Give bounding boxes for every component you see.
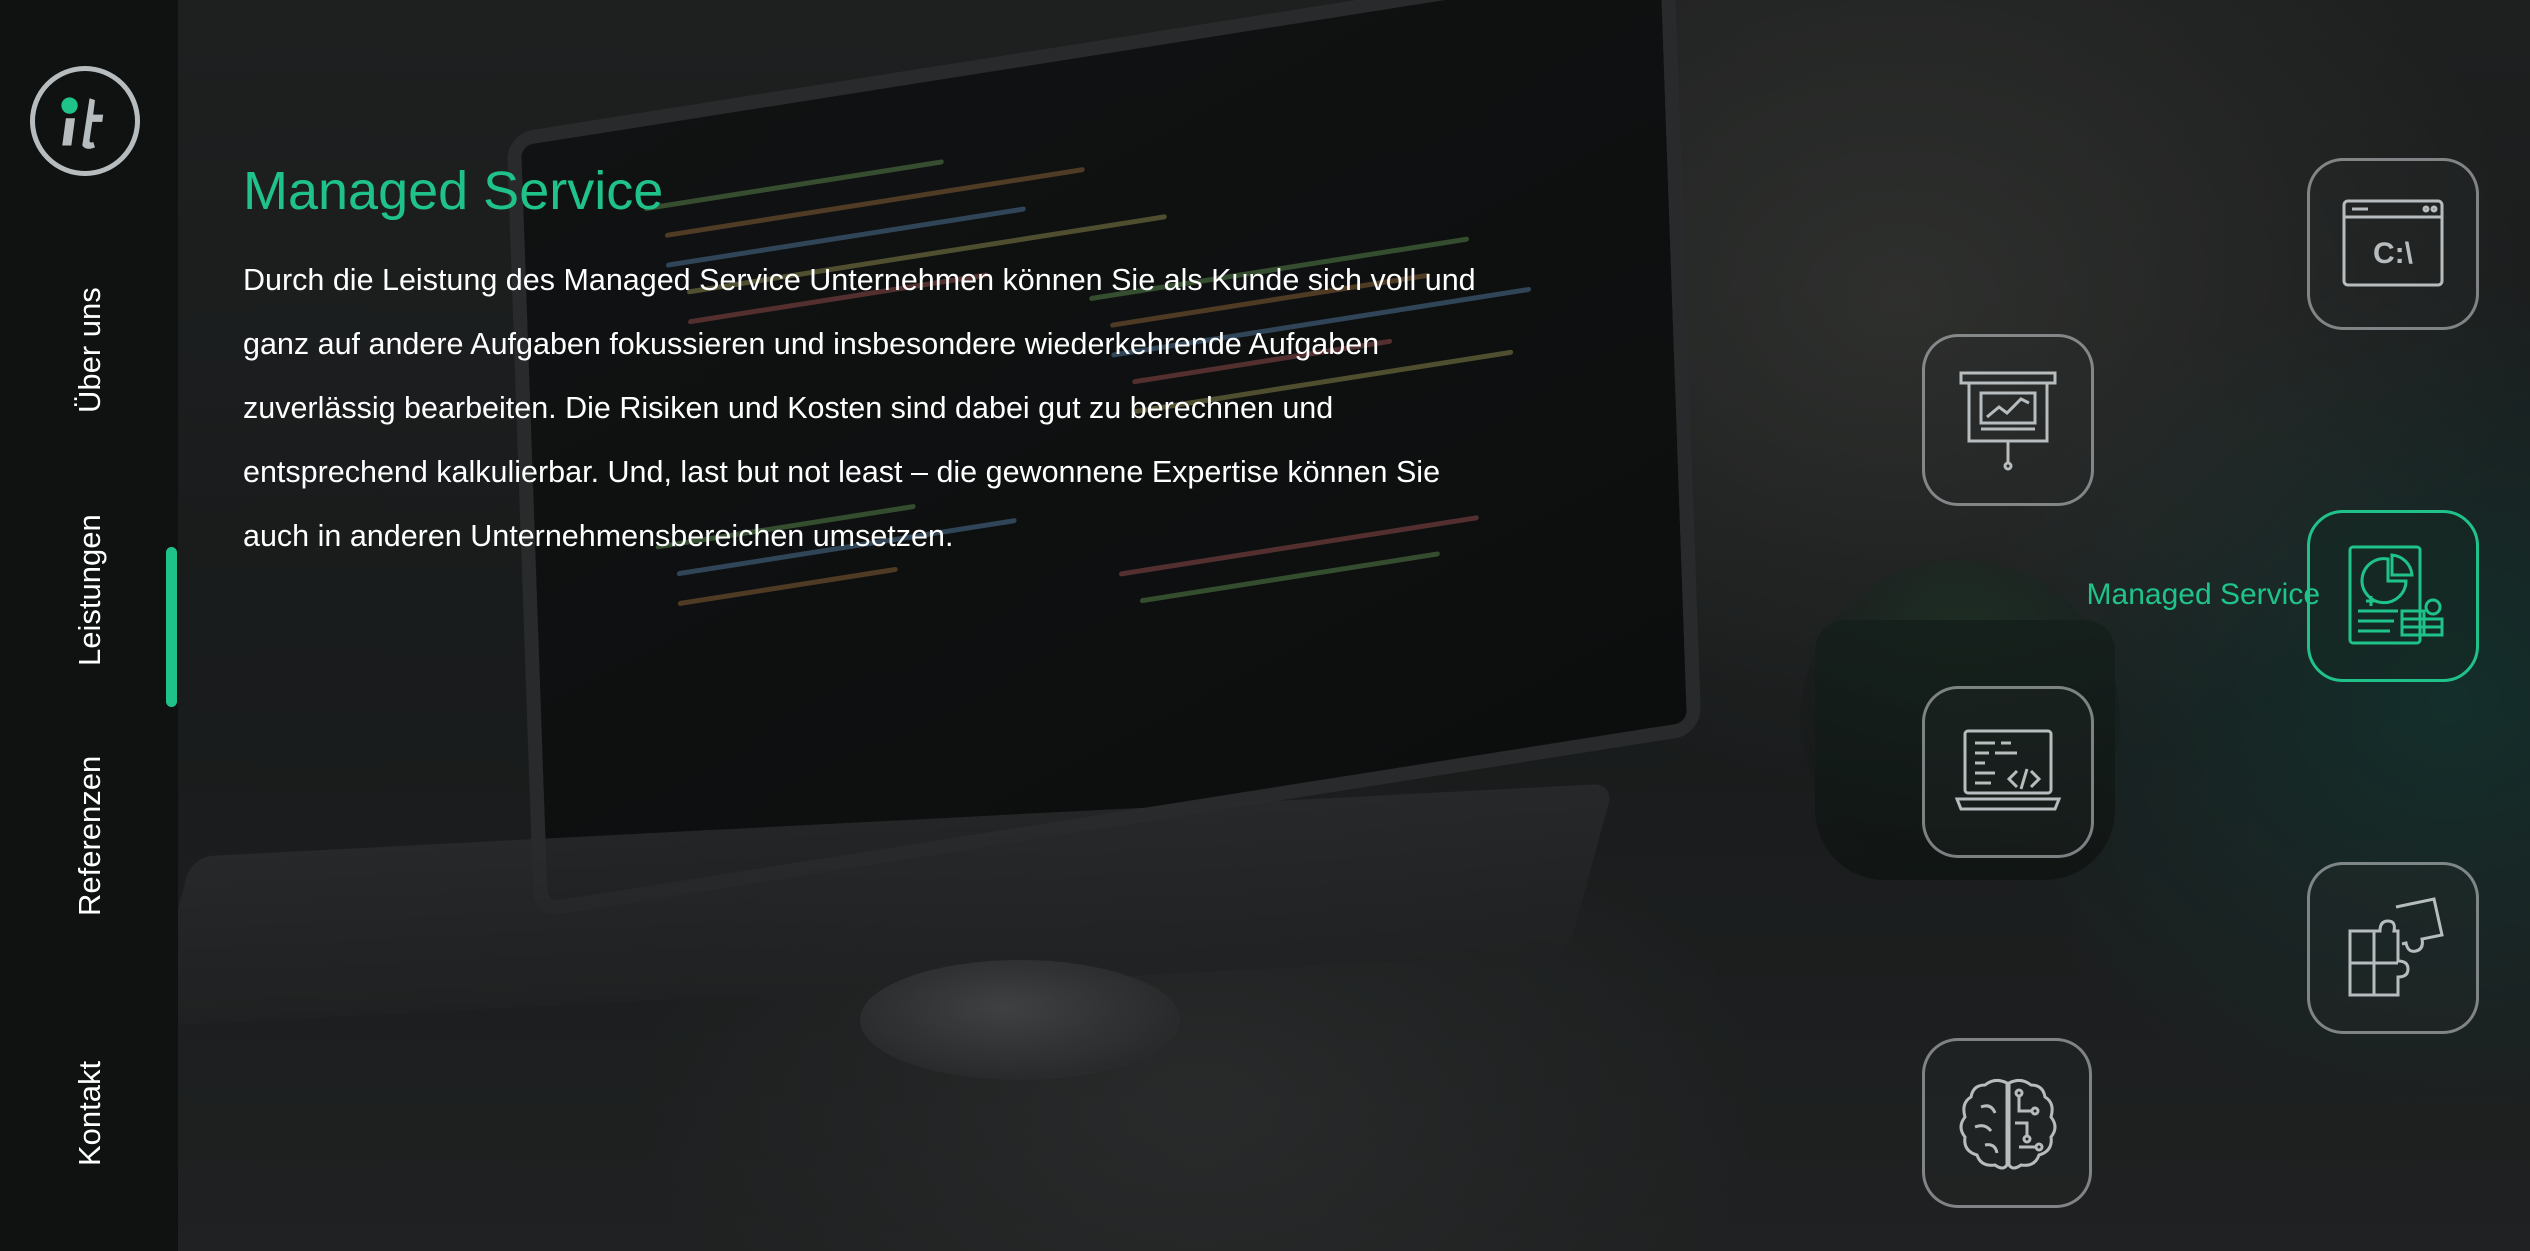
service-description: Durch die Leistung des Managed Service U…: [243, 248, 1543, 568]
service-tile-code[interactable]: [1922, 686, 2094, 858]
nav-label: Referenzen: [72, 755, 107, 916]
command-prompt-icon: C:\: [2342, 199, 2444, 287]
nav-item-referenzen[interactable]: Referenzen: [72, 756, 108, 916]
managed-service-report-icon: [2348, 545, 2444, 645]
brain-circuit-icon: [1959, 1078, 2057, 1170]
description-line: ganz auf andere Aufgaben fokussieren und…: [243, 327, 1380, 361]
nav-item-leistungen[interactable]: Leistungen: [72, 514, 108, 666]
command-prompt-glyph: C:\: [2373, 237, 2414, 270]
puzzle-icon: [2348, 897, 2444, 997]
presentation-board-icon: [1959, 371, 2057, 471]
service-tile-presentation[interactable]: [1922, 334, 2094, 506]
it-logo-icon: [61, 97, 104, 149]
service-tile-ai[interactable]: [1922, 1038, 2092, 1208]
description-line: Durch die Leistung des Managed Service U…: [243, 263, 1476, 297]
active-nav-indicator: [166, 547, 177, 707]
nav-label: Leistungen: [72, 514, 107, 666]
nav-label: Kontakt: [72, 1060, 107, 1166]
service-tile-managed-service[interactable]: [2307, 510, 2479, 682]
service-tile-command-prompt[interactable]: C:\: [2307, 158, 2479, 330]
active-service-label: Managed Service: [2086, 578, 2320, 611]
sidebar: Über uns Leistungen Referenzen Kontakt: [0, 0, 178, 1251]
description-line: zuverlässig bearbeiten. Die Risiken und …: [243, 391, 1334, 425]
service-tile-puzzle[interactable]: [2307, 862, 2479, 1034]
company-logo[interactable]: [30, 66, 140, 176]
code-laptop-icon: [1954, 729, 2062, 811]
nav-label: Über uns: [72, 287, 107, 413]
description-line: entsprechend kalkulierbar. Und, last but…: [243, 455, 1441, 489]
page-title: Managed Service: [243, 161, 664, 221]
description-line: auch in anderen Unternehmensbereichen um…: [243, 519, 954, 553]
nav-item-kontakt[interactable]: Kontakt: [72, 1061, 108, 1166]
nav-item-ueber-uns[interactable]: Über uns: [72, 287, 108, 413]
